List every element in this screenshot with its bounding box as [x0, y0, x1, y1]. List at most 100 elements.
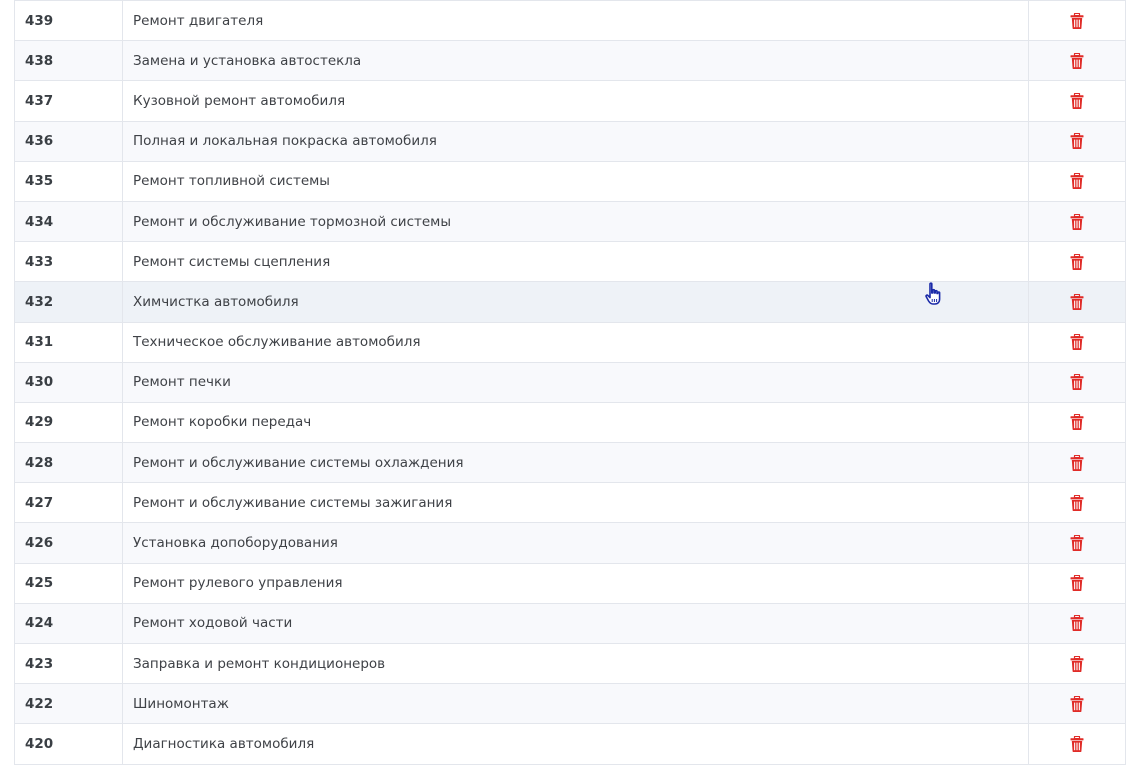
table-row-426[interactable]: 426 Установка допоборудования — [14, 522, 1126, 564]
row-name-cell[interactable]: Ремонт ходовой части — [122, 602, 1029, 645]
row-name-cell[interactable]: Ремонт двигателя — [122, 0, 1029, 42]
trash-icon — [1070, 52, 1084, 69]
row-actions-cell — [1028, 321, 1126, 363]
delete-button[interactable] — [1070, 695, 1084, 712]
row-name-cell[interactable]: Техническое обслуживание автомобиля — [122, 321, 1029, 363]
delete-button[interactable] — [1070, 535, 1084, 552]
row-name-cell[interactable]: Установка допоборудования — [122, 522, 1029, 564]
row-name-cell[interactable]: Ремонт и обслуживание системы зажигания — [122, 482, 1029, 524]
row-name[interactable]: Ремонт двигателя — [133, 13, 263, 29]
table-row-420[interactable]: 420 Диагностика автомобиля — [14, 723, 1126, 765]
row-name[interactable]: Ремонт коробки передач — [133, 414, 311, 430]
row-id-cell: 426 — [14, 522, 123, 564]
row-name-cell[interactable]: Ремонт и обслуживание системы охлаждения — [122, 442, 1029, 484]
row-name[interactable]: Ремонт и обслуживание тормозной системы — [133, 214, 451, 230]
row-name-cell[interactable]: Ремонт топливной системы — [122, 160, 1029, 202]
table-row-432[interactable]: 432 Химчистка автомобиля — [14, 281, 1126, 323]
delete-button[interactable] — [1070, 615, 1084, 632]
row-actions-cell — [1028, 683, 1126, 725]
row-actions-cell — [1028, 200, 1126, 243]
row-name-cell[interactable]: Заправка и ремонт кондиционеров — [122, 642, 1029, 685]
table-row-435[interactable]: 435 Ремонт топливной системы — [14, 160, 1126, 202]
row-id: 426 — [25, 535, 54, 552]
trash-icon — [1070, 374, 1084, 391]
row-id: 432 — [25, 293, 54, 310]
delete-button[interactable] — [1070, 133, 1084, 150]
row-name[interactable]: Шиномонтаж — [133, 696, 229, 712]
delete-button[interactable] — [1070, 735, 1084, 752]
delete-button[interactable] — [1070, 494, 1084, 511]
row-name[interactable]: Ремонт и обслуживание системы охлаждения — [133, 455, 464, 471]
table-row-437[interactable]: 437 Кузовной ремонт автомобиля — [14, 80, 1126, 122]
row-name[interactable]: Ремонт рулевого управления — [133, 575, 343, 591]
row-id-cell: 438 — [14, 40, 123, 82]
row-name-cell[interactable]: Ремонт коробки передач — [122, 401, 1029, 444]
table-row-428[interactable]: 428 Ремонт и обслуживание системы охлажд… — [14, 442, 1126, 484]
delete-button[interactable] — [1070, 414, 1084, 431]
delete-button[interactable] — [1070, 173, 1084, 190]
delete-button[interactable] — [1070, 293, 1084, 310]
row-name[interactable]: Химчистка автомобиля — [133, 294, 299, 310]
table-row-436[interactable]: 436 Полная и локальная покраска автомоби… — [14, 120, 1126, 162]
row-name[interactable]: Диагностика автомобиля — [133, 736, 314, 752]
row-id: 424 — [25, 615, 54, 632]
delete-button[interactable] — [1070, 374, 1084, 391]
table-row-423[interactable]: 423 Заправка и ремонт кондиционеров — [14, 642, 1126, 685]
delete-button[interactable] — [1070, 454, 1084, 471]
table-row-431[interactable]: 431 Техническое обслуживание автомобиля — [14, 321, 1126, 363]
trash-icon — [1070, 575, 1084, 592]
row-name[interactable]: Техническое обслуживание автомобиля — [133, 334, 421, 350]
row-name[interactable]: Ремонт топливной системы — [133, 173, 330, 189]
trash-icon — [1070, 454, 1084, 471]
row-name-cell[interactable]: Ремонт и обслуживание тормозной системы — [122, 200, 1029, 243]
row-name[interactable]: Ремонт и обслуживание системы зажигания — [133, 495, 452, 511]
row-id: 437 — [25, 92, 54, 109]
row-name-cell[interactable]: Ремонт рулевого управления — [122, 562, 1029, 604]
row-id-cell: 430 — [14, 361, 123, 403]
table-row-422[interactable]: 422 Шиномонтаж — [14, 683, 1126, 725]
delete-button[interactable] — [1070, 52, 1084, 69]
delete-button[interactable] — [1070, 213, 1084, 230]
table-row-439[interactable]: 439 Ремонт двигателя — [14, 0, 1126, 42]
row-name-cell[interactable]: Ремонт системы сцепления — [122, 241, 1029, 283]
row-actions-cell — [1028, 40, 1126, 82]
row-name[interactable]: Ремонт печки — [133, 374, 231, 390]
row-id: 422 — [25, 695, 54, 712]
row-name[interactable]: Заправка и ремонт кондиционеров — [133, 656, 385, 672]
row-name-cell[interactable]: Химчистка автомобиля — [122, 281, 1029, 323]
trash-icon — [1070, 213, 1084, 230]
row-name-cell[interactable]: Замена и установка автостекла — [122, 40, 1029, 82]
delete-button[interactable] — [1070, 575, 1084, 592]
row-name-cell[interactable]: Шиномонтаж — [122, 683, 1029, 725]
row-name[interactable]: Полная и локальная покраска автомобиля — [133, 133, 437, 149]
table-row-438[interactable]: 438 Замена и установка автостекла — [14, 40, 1126, 82]
table-row-424[interactable]: 424 Ремонт ходовой части — [14, 602, 1126, 645]
delete-button[interactable] — [1070, 12, 1084, 29]
table-row-433[interactable]: 433 Ремонт системы сцепления — [14, 241, 1126, 283]
delete-button[interactable] — [1070, 334, 1084, 351]
row-name-cell[interactable]: Ремонт печки — [122, 361, 1029, 403]
row-id: 429 — [25, 414, 54, 431]
trash-icon — [1070, 735, 1084, 752]
row-id: 438 — [25, 52, 54, 69]
table-row-427[interactable]: 427 Ремонт и обслуживание системы зажига… — [14, 482, 1126, 524]
row-name[interactable]: Установка допоборудования — [133, 535, 338, 551]
row-name-cell[interactable]: Диагностика автомобиля — [122, 723, 1029, 765]
table-row-425[interactable]: 425 Ремонт рулевого управления — [14, 562, 1126, 604]
table-row-434[interactable]: 434 Ремонт и обслуживание тормозной сист… — [14, 200, 1126, 243]
trash-icon — [1070, 535, 1084, 552]
delete-button[interactable] — [1070, 92, 1084, 109]
table-row-430[interactable]: 430 Ремонт печки — [14, 361, 1126, 403]
row-name[interactable]: Ремонт системы сцепления — [133, 254, 330, 270]
row-actions-cell — [1028, 120, 1126, 162]
row-name[interactable]: Кузовной ремонт автомобиля — [133, 93, 345, 109]
delete-button[interactable] — [1070, 655, 1084, 672]
delete-button[interactable] — [1070, 253, 1084, 270]
row-name[interactable]: Ремонт ходовой части — [133, 615, 292, 631]
trash-icon — [1070, 253, 1084, 270]
row-name-cell[interactable]: Кузовной ремонт автомобиля — [122, 80, 1029, 122]
row-id-cell: 431 — [14, 321, 123, 363]
row-name-cell[interactable]: Полная и локальная покраска автомобиля — [122, 120, 1029, 162]
table-row-429[interactable]: 429 Ремонт коробки передач — [14, 401, 1126, 444]
row-name[interactable]: Замена и установка автостекла — [133, 53, 361, 69]
